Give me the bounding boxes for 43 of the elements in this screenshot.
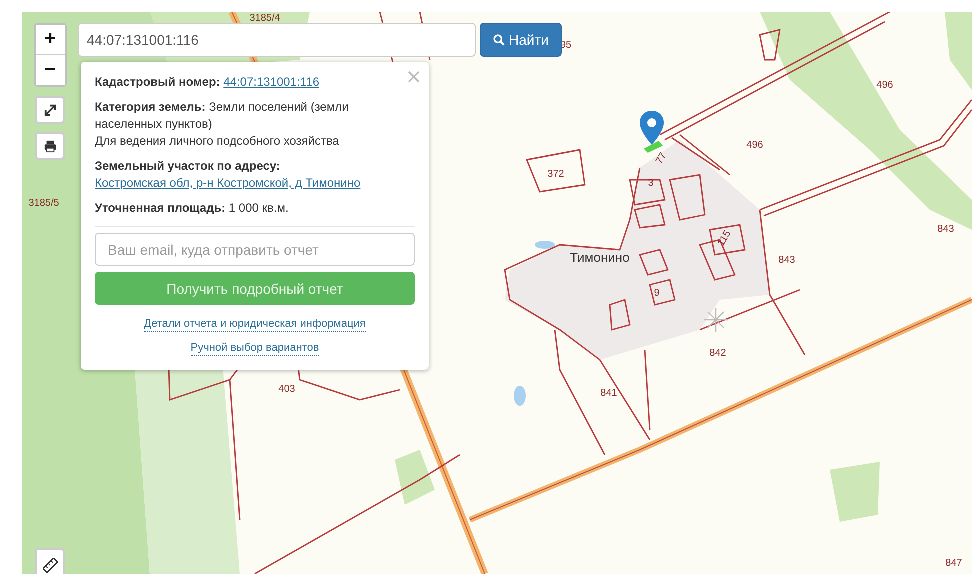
cadastral-number-link[interactable]: 44:07:131001:116 [224, 75, 320, 89]
pond [514, 386, 526, 406]
parcel-number: 403 [278, 384, 296, 395]
expand-icon [44, 104, 56, 116]
dotted-link[interactable]: Ручной выбор вариантов [190, 342, 320, 356]
parcel-number: 843 [778, 255, 796, 266]
map-marker-icon[interactable] [639, 111, 665, 153]
dotted-link[interactable]: Детали отчета и юридическая информация [144, 318, 366, 332]
parcel-number: 496 [876, 80, 894, 91]
parcel-number: 3 [648, 178, 654, 189]
print-icon [44, 140, 56, 152]
search-icon [493, 34, 506, 46]
address-text: Земельный участок по адресу: Костромская обл, р-н Костромской, д Тимонино [95, 158, 362, 192]
parcel-number: 842 [710, 348, 726, 359]
zoom-in-button[interactable]: + [36, 25, 65, 55]
parcel-boundary [649, 279, 676, 306]
fullscreen-button[interactable] [35, 96, 65, 124]
pond [535, 241, 555, 249]
parcel-number: 843 [938, 224, 954, 235]
parcel-number: 847 [946, 558, 962, 569]
land-category-text: Категория земель: Земли поселений (земли населенных пунктов) Для ведения личного подсобного хозяйства [95, 99, 350, 150]
area-text: Уточненная площадь: 1 000 кв.м. [95, 200, 415, 227]
ruler-icon [42, 558, 58, 572]
parcel-number: 496 [746, 140, 764, 151]
search-button[interactable]: Найти [480, 23, 562, 57]
snowflake-icon [703, 307, 729, 333]
forest-area [830, 462, 880, 522]
search-field[interactable]: 44:07:131001:116 [78, 23, 476, 57]
forest-area [395, 450, 435, 505]
parcel-boundary [669, 174, 706, 221]
settlement-label: Тимонино [570, 250, 630, 265]
email-field[interactable]: Ваш email, куда отправить отчет [95, 233, 415, 266]
address-link[interactable]: Костромская обл, р-н Костромской, д Тимонино [95, 175, 361, 192]
parcel-number: 372 [548, 169, 564, 180]
parcel-number: 3185/4 [250, 13, 280, 24]
parcel-number: 9 [654, 288, 660, 299]
print-button[interactable] [35, 132, 65, 160]
parcel-number: 115 [716, 229, 734, 248]
parcel-boundary [709, 224, 746, 256]
parcel-number: 77 [654, 151, 670, 166]
parcel-number: 3185/5 [28, 198, 60, 209]
ruler-button[interactable] [35, 548, 65, 574]
parcel-number: 841 [600, 388, 618, 399]
